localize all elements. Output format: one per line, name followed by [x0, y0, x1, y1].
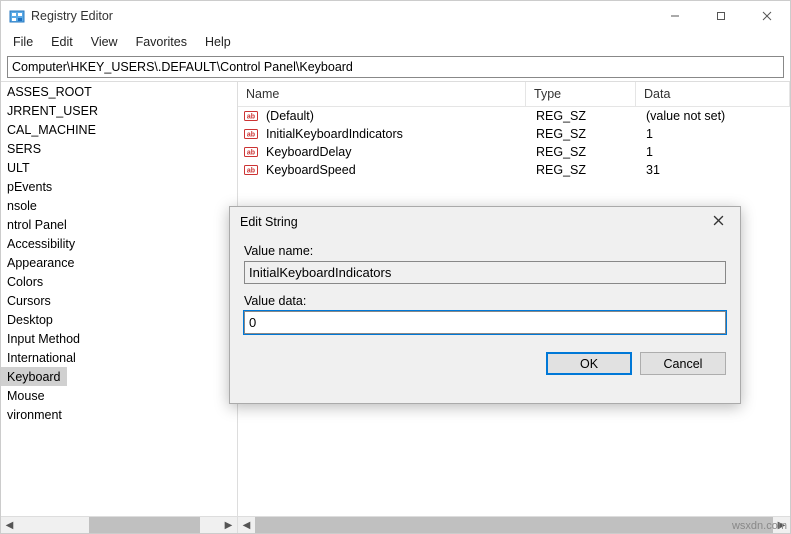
tree-item[interactable]: CAL_MACHINE	[1, 120, 237, 139]
menu-file[interactable]: File	[5, 33, 41, 51]
tree-item[interactable]: Accessibility	[1, 234, 237, 253]
window-controls	[652, 1, 790, 31]
svg-text:ab: ab	[247, 168, 255, 175]
scroll-right-icon[interactable]: ▶	[220, 517, 237, 533]
cell-type: REG_SZ	[528, 161, 638, 179]
tree-item[interactable]: Mouse	[1, 386, 237, 405]
address-bar[interactable]: Computer\HKEY_USERS\.DEFAULT\Control Pan…	[7, 56, 784, 78]
cell-name: KeyboardSpeed	[258, 161, 528, 179]
svg-text:ab: ab	[247, 132, 255, 139]
cell-type: REG_SZ	[528, 143, 638, 161]
tree-item[interactable]: Desktop	[1, 310, 237, 329]
ok-button[interactable]: OK	[546, 352, 632, 375]
dialog-body: Value name: Value data:	[230, 236, 740, 344]
maximize-button[interactable]	[698, 1, 744, 31]
column-header-type[interactable]: Type	[526, 82, 636, 106]
list-hscrollbar[interactable]: ◀ ▶	[238, 516, 790, 533]
dialog-titlebar: Edit String	[230, 207, 740, 236]
cell-data: 1	[638, 143, 790, 161]
cell-type: REG_SZ	[528, 125, 638, 143]
table-row[interactable]: abKeyboardSpeedREG_SZ31	[238, 161, 790, 179]
scroll-left-icon[interactable]: ◀	[1, 517, 18, 533]
list-body[interactable]: ab(Default)REG_SZ(value not set)abInitia…	[238, 107, 790, 179]
list-header: Name Type Data	[238, 82, 790, 107]
cell-name: InitialKeyboardIndicators	[258, 125, 528, 143]
svg-text:ab: ab	[247, 114, 255, 121]
tree-item[interactable]: pEvents	[1, 177, 237, 196]
tree-item[interactable]: SERS	[1, 139, 237, 158]
tree-item[interactable]: nsole	[1, 196, 237, 215]
tree[interactable]: ASSES_ROOTJRRENT_USERCAL_MACHINESERSULTp…	[1, 82, 237, 516]
tree-item[interactable]: ASSES_ROOT	[1, 82, 237, 101]
cell-type: REG_SZ	[528, 107, 638, 125]
tree-hscrollbar[interactable]: ◀ ▶	[1, 516, 237, 533]
watermark: wsxdn.com	[732, 520, 787, 532]
string-value-icon: ab	[244, 127, 258, 141]
app-icon	[9, 8, 25, 24]
close-button[interactable]	[744, 1, 790, 31]
tree-scroll-track[interactable]	[18, 517, 220, 533]
tree-item[interactable]: ULT	[1, 158, 237, 177]
cell-data: 31	[638, 161, 790, 179]
tree-item[interactable]: International	[1, 348, 237, 367]
value-name-label: Value name:	[244, 244, 726, 258]
cell-data: (value not set)	[638, 107, 790, 125]
window-title: Registry Editor	[31, 9, 652, 23]
string-value-icon: ab	[244, 109, 258, 123]
table-row[interactable]: ab(Default)REG_SZ(value not set)	[238, 107, 790, 125]
minimize-button[interactable]	[652, 1, 698, 31]
cell-name: KeyboardDelay	[258, 143, 528, 161]
value-data-label: Value data:	[244, 294, 726, 308]
dialog-button-row: OK Cancel	[230, 344, 740, 387]
list-scroll-track[interactable]	[255, 517, 773, 533]
dialog-title: Edit String	[240, 215, 707, 229]
tree-item[interactable]: JRRENT_USER	[1, 101, 237, 120]
table-row[interactable]: abInitialKeyboardIndicatorsREG_SZ1	[238, 125, 790, 143]
edit-string-dialog: Edit String Value name: Value data: OK C…	[229, 206, 741, 404]
list-scroll-thumb[interactable]	[255, 517, 773, 533]
tree-item[interactable]: Appearance	[1, 253, 237, 272]
tree-item[interactable]: Keyboard	[1, 367, 67, 386]
column-header-name[interactable]: Name	[238, 82, 526, 106]
tree-item[interactable]: ntrol Panel	[1, 215, 237, 234]
tree-item[interactable]: Cursors	[1, 291, 237, 310]
column-header-data[interactable]: Data	[636, 82, 790, 106]
titlebar: Registry Editor	[1, 1, 790, 31]
cell-data: 1	[638, 125, 790, 143]
cell-name: (Default)	[258, 107, 528, 125]
value-data-field[interactable]	[244, 311, 726, 334]
tree-pane: ASSES_ROOTJRRENT_USERCAL_MACHINESERSULTp…	[1, 82, 238, 533]
menu-edit[interactable]: Edit	[43, 33, 81, 51]
tree-item[interactable]: Colors	[1, 272, 237, 291]
cancel-button[interactable]: Cancel	[640, 352, 726, 375]
scroll-left-icon[interactable]: ◀	[238, 517, 255, 533]
menu-help[interactable]: Help	[197, 33, 239, 51]
dialog-close-button[interactable]	[707, 213, 730, 230]
string-value-icon: ab	[244, 145, 258, 159]
tree-item[interactable]: vironment	[1, 405, 237, 424]
menu-favorites[interactable]: Favorites	[128, 33, 195, 51]
table-row[interactable]: abKeyboardDelayREG_SZ1	[238, 143, 790, 161]
svg-text:ab: ab	[247, 150, 255, 157]
menu-view[interactable]: View	[83, 33, 126, 51]
tree-item[interactable]: Input Method	[1, 329, 237, 348]
menubar: File Edit View Favorites Help	[1, 31, 790, 53]
value-name-field[interactable]	[244, 261, 726, 284]
tree-scroll-thumb[interactable]	[89, 517, 200, 533]
string-value-icon: ab	[244, 163, 258, 177]
